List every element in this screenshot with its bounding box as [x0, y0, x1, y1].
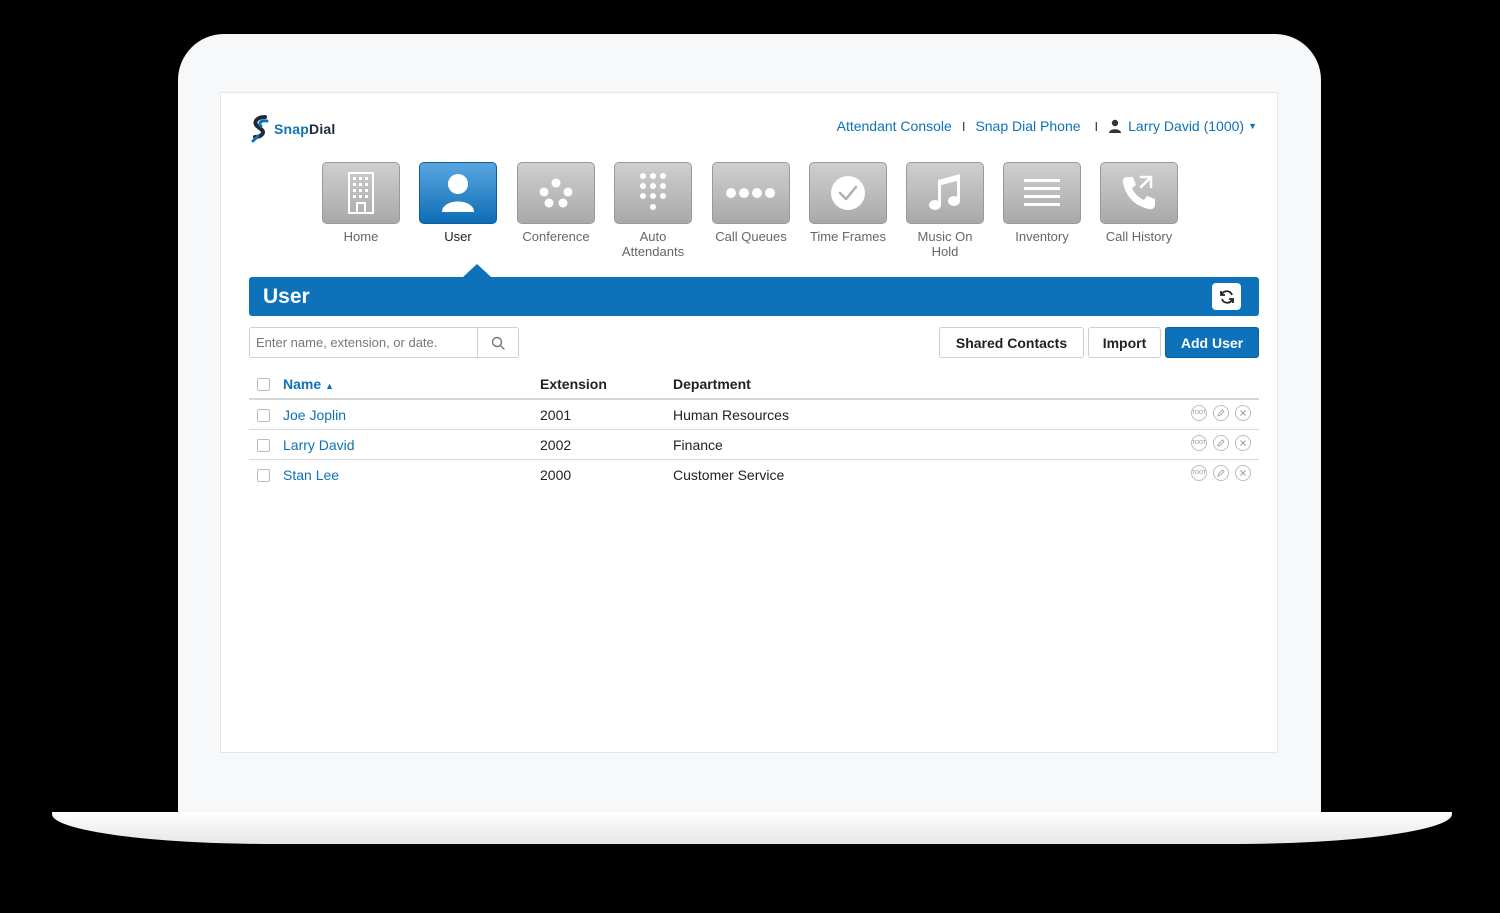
active-tile-pointer — [463, 264, 491, 277]
search-input[interactable] — [250, 328, 477, 357]
chevron-down-icon: ▼ — [1248, 121, 1257, 131]
user-account-icon — [1109, 119, 1122, 133]
building-icon — [348, 172, 374, 214]
top-navigation: Attendant Console I Snap Dial Phone I La… — [837, 118, 1257, 134]
table-header-row: Name ▲ Extension Department — [249, 369, 1259, 400]
user-name-link[interactable]: Joe Joplin — [283, 407, 346, 423]
toot-icon[interactable]: TOOT — [1191, 465, 1207, 481]
toot-icon[interactable]: TOOT — [1191, 435, 1207, 451]
column-header-extension[interactable]: Extension — [540, 376, 607, 392]
snap-dial-phone-link[interactable]: Snap Dial Phone — [975, 118, 1080, 134]
tile-label: Home — [343, 229, 379, 244]
edit-icon[interactable] — [1213, 405, 1229, 421]
refresh-icon — [1219, 289, 1234, 304]
tile-label: Inventory — [1015, 229, 1069, 244]
queue-dots-icon — [726, 188, 775, 198]
keypad-icon — [640, 173, 666, 210]
list-lines-icon — [1024, 179, 1060, 206]
row-checkbox[interactable] — [257, 469, 270, 482]
logo-text-snap: Snap — [274, 121, 310, 137]
user-department: Human Resources — [673, 407, 789, 423]
nav-separator: I — [961, 118, 966, 134]
tile-label: Music On Hold — [917, 229, 973, 259]
edit-icon[interactable] — [1213, 435, 1229, 451]
user-account-name: Larry David (1000) — [1128, 118, 1245, 134]
row-actions: TOOT — [1191, 405, 1251, 421]
tile-time-frames[interactable]: Time Frames — [806, 162, 890, 244]
row-checkbox[interactable] — [257, 439, 270, 452]
app-screen: SnapDial Attendant Console I Snap Dial P… — [220, 92, 1278, 753]
logo-text-dial: Dial — [309, 121, 336, 137]
tile-label: Call Queues — [715, 229, 787, 244]
search-icon — [491, 336, 505, 350]
search-button[interactable] — [477, 328, 518, 357]
check-circle-icon — [831, 176, 865, 210]
snapdial-logo[interactable]: SnapDial — [249, 115, 336, 143]
users-table: Name ▲ Extension Department Joe Joplin 20… — [249, 369, 1259, 490]
refresh-button[interactable] — [1212, 283, 1241, 310]
shared-contacts-button[interactable]: Shared Contacts — [939, 327, 1084, 358]
delete-icon[interactable] — [1235, 465, 1251, 481]
attendant-console-link[interactable]: Attendant Console — [837, 118, 952, 134]
sort-ascending-icon: ▲ — [325, 381, 335, 391]
user-department: Customer Service — [673, 467, 785, 483]
select-all-checkbox[interactable] — [257, 378, 270, 391]
tile-call-queues[interactable]: Call Queues — [709, 162, 793, 244]
user-icon — [442, 174, 474, 212]
tile-user[interactable]: User — [416, 162, 500, 244]
table-row: Larry David 2002 Finance TOOT — [249, 430, 1259, 460]
user-extension: 2000 — [540, 467, 572, 483]
snapdial-logo-icon — [251, 115, 269, 143]
tile-label: Call History — [1105, 229, 1173, 244]
user-extension: 2001 — [540, 407, 572, 423]
table-row: Joe Joplin 2001 Human Resources TOOT — [249, 400, 1259, 430]
column-header-name-label: Name — [283, 376, 322, 392]
tile-label: Time Frames — [809, 229, 887, 244]
user-name-link[interactable]: Stan Lee — [283, 467, 339, 483]
add-user-button[interactable]: Add User — [1165, 327, 1259, 358]
column-header-name[interactable]: Name ▲ — [283, 376, 334, 392]
conference-dots-icon — [539, 178, 573, 208]
column-header-department[interactable]: Department — [673, 376, 751, 392]
nav-separator: I — [1094, 118, 1099, 134]
tile-call-history[interactable]: Call History — [1097, 162, 1181, 244]
music-note-icon — [929, 174, 960, 210]
tile-conference[interactable]: Conference — [514, 162, 598, 244]
toot-icon[interactable]: TOOT — [1191, 405, 1207, 421]
tile-label: User — [444, 229, 472, 244]
phone-history-icon — [1122, 175, 1155, 210]
row-checkbox[interactable] — [257, 409, 270, 422]
row-actions: TOOT — [1191, 465, 1251, 481]
section-header-bar: User — [249, 264, 1259, 316]
page-title: User — [263, 285, 310, 308]
edit-icon[interactable] — [1213, 465, 1229, 481]
tile-label: Conference — [522, 229, 590, 244]
laptop-base — [52, 812, 1452, 844]
tile-home[interactable]: Home — [319, 162, 403, 244]
user-department: Finance — [673, 437, 723, 453]
search-box — [249, 327, 519, 358]
table-row: Stan Lee 2000 Customer Service TOOT — [249, 460, 1259, 490]
user-account-menu[interactable]: Larry David (1000) ▼ — [1108, 118, 1257, 134]
row-actions: TOOT — [1191, 435, 1251, 451]
tile-auto-attendants[interactable]: Auto Attendants — [611, 162, 695, 259]
delete-icon[interactable] — [1235, 405, 1251, 421]
tile-music-on-hold[interactable]: Music On Hold — [903, 162, 987, 259]
import-button[interactable]: Import — [1088, 327, 1161, 358]
delete-icon[interactable] — [1235, 435, 1251, 451]
user-extension: 2002 — [540, 437, 572, 453]
tile-label: Auto Attendants — [621, 229, 685, 259]
user-name-link[interactable]: Larry David — [283, 437, 355, 453]
tile-inventory[interactable]: Inventory — [1000, 162, 1084, 244]
